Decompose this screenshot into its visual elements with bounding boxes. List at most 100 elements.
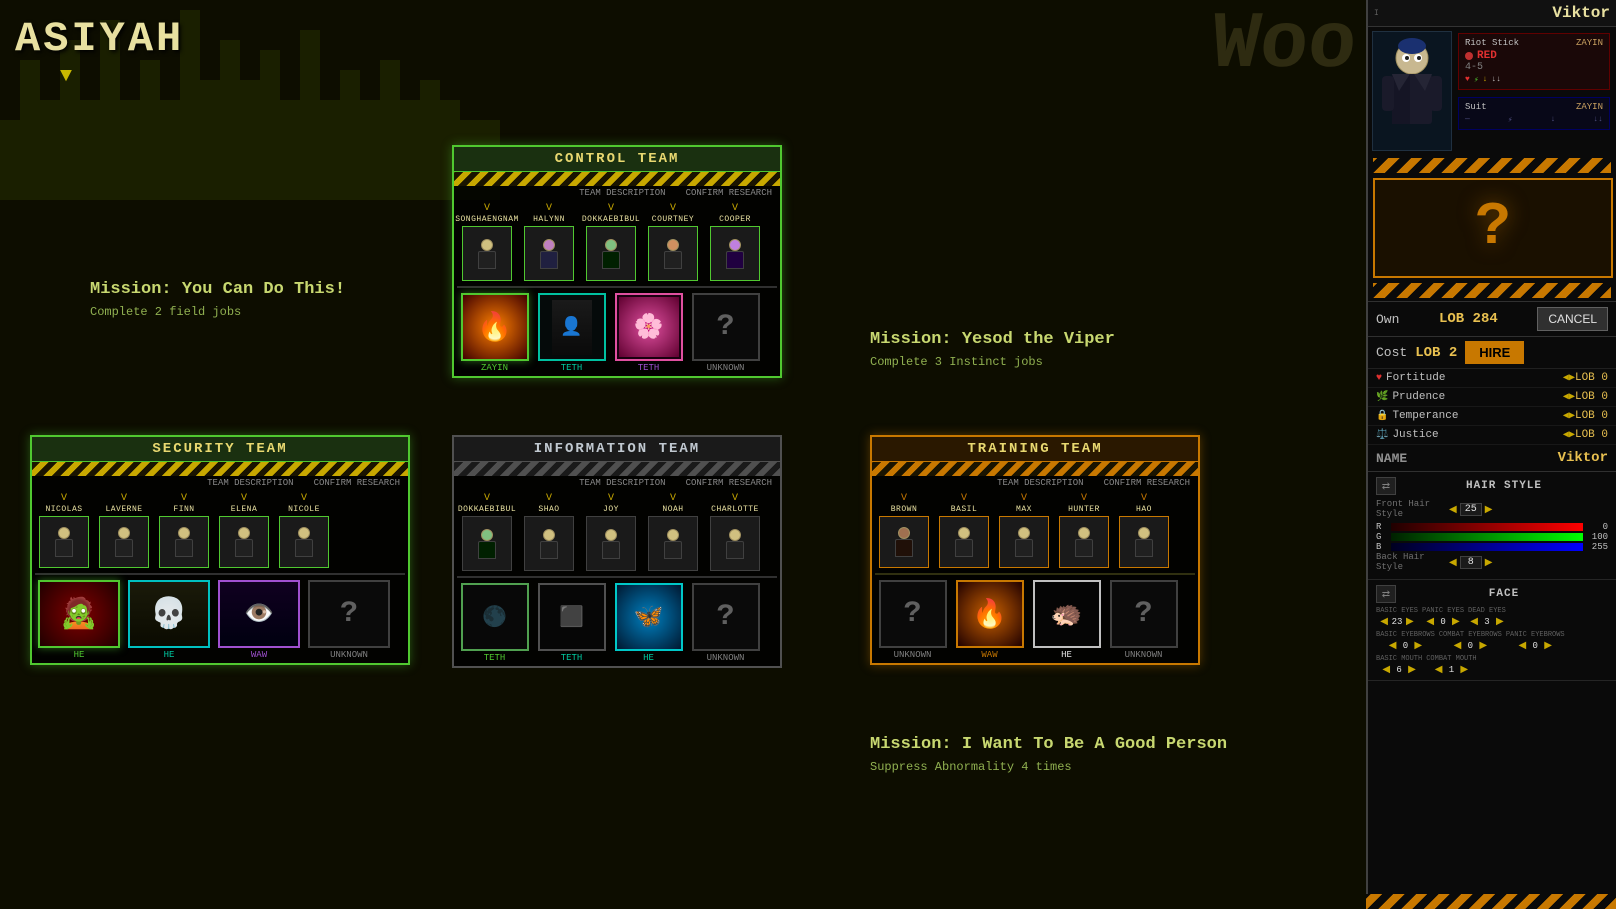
member-brown[interactable]: V BROWN (875, 493, 933, 568)
weapon-box[interactable]: Riot Stick ZAYIN RED 4-5 ♥ ⚡ ↓ ↓↓ (1458, 33, 1610, 90)
entity-teth-pink[interactable]: 🌸 TETH (611, 293, 686, 373)
entity-waw-fire[interactable]: 🔥 WAW (952, 580, 1027, 660)
basic-mouth-right[interactable]: ▶ (1408, 664, 1416, 675)
member-hunter[interactable]: V HUNTER (1055, 493, 1113, 568)
panic-eyes-right[interactable]: ▶ (1452, 616, 1460, 627)
hairstyle-section: ⇄ HAIR STYLE Front Hair Style ◀ 25 ▶ R 0… (1368, 472, 1616, 580)
security-entities: 🧟 HE 💀 HE 👁️ WAW ? UN (32, 577, 408, 663)
fortitude-label: Fortitude (1386, 372, 1563, 384)
training-sub2: Confirm Research (1104, 478, 1190, 488)
dead-eyes-left[interactable]: ◀ (1470, 616, 1478, 627)
basic-eyes-left[interactable]: ◀ (1380, 616, 1388, 627)
security-divider (35, 573, 405, 575)
basic-eyes-val: 23 (1390, 617, 1404, 627)
entity-unknown-train2[interactable]: ? UNKNOWN (1106, 580, 1181, 660)
combat-eyebrows-left[interactable]: ◀ (1454, 640, 1462, 651)
member-dokkaebibul-info[interactable]: V DOKKAEBIBUL (457, 493, 517, 571)
entity-waw-1[interactable]: 👁️ WAW (215, 580, 303, 660)
member-nicole[interactable]: V NICOLE (275, 493, 333, 568)
armor-zayin-label: ZAYIN (1576, 102, 1603, 112)
member-laverne[interactable]: V LAVERNE (95, 493, 153, 568)
entity-teth-dark[interactable]: 👤 TETH (534, 293, 609, 373)
security-team-panel: Security Team Team Description Confirm R… (30, 435, 410, 665)
front-hair-right[interactable]: ▶ (1485, 504, 1493, 515)
panic-eyebrows-left[interactable]: ◀ (1519, 640, 1527, 651)
cancel-button[interactable]: CANCEL (1537, 307, 1608, 331)
member-max[interactable]: V MAX (995, 493, 1053, 568)
basic-eyebrows-left[interactable]: ◀ (1389, 640, 1397, 651)
hairstyle-header-row: ⇄ HAIR STYLE (1376, 477, 1608, 495)
training-team-title: Training Team (967, 441, 1102, 457)
member-cooper[interactable]: V COOPER (705, 203, 765, 281)
entity-he-2[interactable]: 💀 HE (125, 580, 213, 660)
entity-unknown-train1[interactable]: ? UNKNOWN (875, 580, 950, 660)
entity-unknown-1[interactable]: ? UNKNOWN (688, 293, 763, 373)
combat-eyebrows-right[interactable]: ▶ (1479, 640, 1487, 651)
r-value: 0 (1586, 522, 1608, 532)
entity-unknown-info[interactable]: ? UNKNOWN (688, 583, 763, 663)
panic-eyebrows-val: 0 (1528, 641, 1542, 651)
member-songhaengnam[interactable]: V SONGHAENGNAM (457, 203, 517, 281)
member-nicolas[interactable]: V NICOLAS (35, 493, 93, 568)
combat-mouth-right[interactable]: ▶ (1460, 664, 1468, 675)
armor-box[interactable]: Suit ZAYIN — ⚡ ↓ ↓↓ (1458, 97, 1610, 130)
mission-bottom-title: Mission: I Want To Be A Good Person (870, 735, 1227, 754)
entity-he-1[interactable]: 🧟 HE (35, 580, 123, 660)
combat-mouth-left[interactable]: ◀ (1435, 664, 1443, 675)
member-shao[interactable]: V SHAO (519, 493, 579, 571)
name-section: NAME Viktor (1368, 445, 1616, 472)
armor-type-label: Suit (1465, 102, 1487, 112)
entity-teth-info2[interactable]: ⬛ TETH (534, 583, 609, 663)
member-dokkaebibul[interactable]: V DOKKAEBIBUL (581, 203, 641, 281)
basic-eyebrows-right[interactable]: ▶ (1414, 640, 1422, 651)
security-sub2: Confirm Research (314, 478, 400, 488)
combat-eyebrows-label: COMBAT EYEBROWS (1439, 631, 1502, 639)
entity-he-spike[interactable]: 🦔 HE (1029, 580, 1104, 660)
viktor-portrait (1372, 31, 1452, 151)
b-gradient (1391, 543, 1583, 551)
member-hao[interactable]: V HAO (1115, 493, 1173, 568)
basic-mouth-left[interactable]: ◀ (1382, 664, 1390, 675)
panic-eyes-left[interactable]: ◀ (1426, 616, 1434, 627)
entity-zayin-fire[interactable]: 🔥 ZAYIN (457, 293, 532, 373)
member-charlotte[interactable]: V CHARLOTTE (705, 493, 765, 571)
face-section: ⇄ FACE BASIC EYES ◀ 23 ▶ PANIC EYES ◀ 0 … (1368, 580, 1616, 681)
face-shuffle-btn[interactable]: ⇄ (1376, 585, 1396, 603)
hairstyle-shuffle-btn[interactable]: ⇄ (1376, 477, 1396, 495)
front-hair-left[interactable]: ◀ (1449, 504, 1457, 515)
back-hair-right[interactable]: ▶ (1485, 557, 1493, 568)
info-sub1: Team Description (579, 478, 665, 488)
member-finn[interactable]: V FINN (155, 493, 213, 568)
basic-eyes-right[interactable]: ▶ (1406, 616, 1414, 627)
viktor-items: Riot Stick ZAYIN RED 4-5 ♥ ⚡ ↓ ↓↓ Su (1456, 31, 1612, 151)
panic-eyebrows-label: PANIC EYEBROWS (1506, 631, 1565, 639)
member-noah[interactable]: V NOAH (643, 493, 703, 571)
panic-eyebrows-right[interactable]: ▶ (1544, 640, 1552, 651)
combat-eyebrows-item: COMBAT EYEBROWS ◀ 0 ▶ (1439, 631, 1502, 651)
member-joy[interactable]: V JOY (581, 493, 641, 571)
temperance-label: Temperance (1392, 410, 1562, 422)
information-team-header: Information Team (454, 437, 780, 462)
entity-teth-info1[interactable]: 🌑 TETH (457, 583, 532, 663)
basic-mouth-label: BASIC MOUTH (1376, 655, 1422, 663)
member-basil[interactable]: V BASIL (935, 493, 993, 568)
member-courtney[interactable]: V COURTNEY (643, 203, 703, 281)
entity-he-teal[interactable]: 🦋 HE (611, 583, 686, 663)
front-hair-val: 25 (1460, 503, 1482, 516)
basic-eyebrows-label: BASIC EYEBROWS (1376, 631, 1435, 639)
weapon-color: RED (1477, 50, 1497, 62)
hire-button[interactable]: HIRE (1465, 341, 1524, 364)
member-elena[interactable]: V ELENA (215, 493, 273, 568)
woo-text: Woo (1208, 0, 1360, 91)
info-divider (457, 576, 777, 578)
member-halynn[interactable]: V HALYNN (519, 203, 579, 281)
back-hair-label: Back Hair Style (1376, 552, 1446, 572)
back-hair-left[interactable]: ◀ (1449, 557, 1457, 568)
control-sub1: Team Description (579, 188, 665, 198)
information-team-title: Information Team (534, 441, 700, 457)
entity-unknown-sec[interactable]: ? UNKNOWN (305, 580, 393, 660)
hair-r-bar: R 0 (1376, 522, 1608, 532)
security-team-header: Security Team (32, 437, 408, 462)
basic-eyes-label: BASIC EYES (1376, 607, 1418, 615)
dead-eyes-right[interactable]: ▶ (1496, 616, 1504, 627)
